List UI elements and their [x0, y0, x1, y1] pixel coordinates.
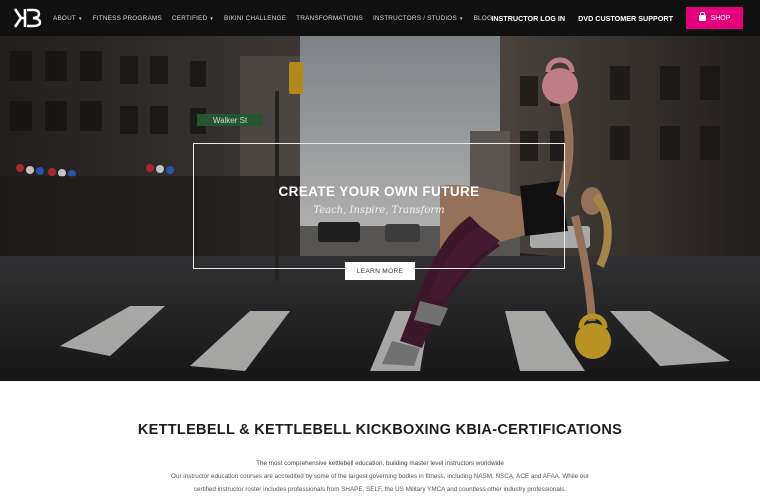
nav-about[interactable]: About ▼ [53, 15, 83, 22]
section-body-line-2: certified instructor roster includes pro… [193, 486, 567, 493]
shop-button[interactable]: Shop [686, 7, 743, 29]
section-body-line-1: Our instructor education courses are acc… [171, 473, 589, 480]
shop-label: Shop [710, 14, 731, 22]
shopping-bag-icon [698, 12, 706, 21]
chevron-down-icon: ▼ [209, 15, 214, 21]
nav-actions: Instructor Log In DVD Customer Support S… [491, 0, 760, 36]
nav-certified[interactable]: Certified ▼ [172, 15, 214, 22]
nav-blog[interactable]: Blog [474, 15, 493, 22]
instructor-login-link[interactable]: Instructor Log In [491, 14, 565, 23]
section-title: Kettlebell & Kettlebell Kickboxing KBIA-… [137, 422, 623, 438]
learn-more-button[interactable]: Learn More [345, 262, 415, 280]
nav-instructors-studios[interactable]: Instructors / Studios ▼ [373, 15, 464, 22]
nav-bikini-challenge[interactable]: Bikini Challenge [224, 15, 286, 22]
main-menu: About ▼ Fitness Programs Certified ▼ Bikin… [53, 0, 502, 36]
top-navigation: About ▼ Fitness Programs Certified ▼ Bikin… [0, 0, 760, 36]
chevron-down-icon: ▼ [78, 15, 83, 21]
section-lead: The most comprehensive kettlebell educat… [256, 460, 504, 467]
dvd-support-link[interactable]: DVD Customer Support [578, 14, 673, 23]
certifications-section: Kettlebell & Kettlebell Kickboxing KBIA-… [0, 381, 760, 496]
hero-subtitle: Teach, Inspire, Transform [313, 205, 445, 216]
hero-title: Create Your Own Future [278, 184, 480, 199]
nav-fitness-programs[interactable]: Fitness Programs [93, 15, 162, 22]
chevron-down-icon: ▼ [458, 15, 464, 21]
hero-banner: Walker St Create Your Own Future Teach, … [0, 36, 760, 381]
nav-transformations[interactable]: Transformations [296, 15, 363, 22]
kb-logo[interactable] [14, 8, 42, 28]
